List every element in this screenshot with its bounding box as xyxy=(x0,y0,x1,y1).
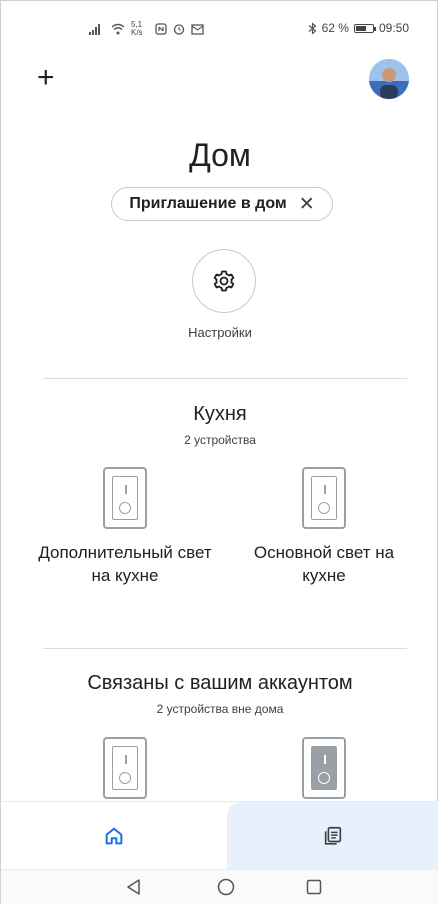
back-icon[interactable] xyxy=(125,878,143,896)
light-switch-icon xyxy=(103,737,147,799)
recents-icon[interactable] xyxy=(305,878,323,896)
nav-feed-tab[interactable] xyxy=(227,802,438,869)
status-right-icons: 62 % 09:50 xyxy=(308,21,409,35)
settings-button[interactable] xyxy=(192,249,256,313)
clock: 09:50 xyxy=(378,21,409,35)
home-circle-icon[interactable] xyxy=(217,878,235,896)
light-switch-icon xyxy=(302,737,346,799)
nfc-icon xyxy=(155,23,167,35)
invite-chip-label: Приглашение в дом xyxy=(129,195,287,212)
bottom-nav xyxy=(1,801,438,869)
device-tile[interactable]: Основной свет на кухне xyxy=(234,467,414,587)
signal-icon xyxy=(89,24,100,35)
status-bar: 5,1 K/s 62 % 09:50 xyxy=(1,1,438,53)
bluetooth-icon xyxy=(308,21,317,35)
device-tile[interactable]: Дополнительный свет на кухне xyxy=(35,467,215,587)
feed-icon xyxy=(324,826,342,845)
linked-device-tile[interactable] xyxy=(35,737,215,799)
divider xyxy=(43,648,407,649)
status-left-icons: 5,1 K/s xyxy=(89,21,204,37)
divider xyxy=(43,378,407,379)
gear-icon xyxy=(213,270,235,292)
add-button[interactable]: + xyxy=(37,63,55,93)
settings-label: Настройки xyxy=(188,325,252,340)
alarm-icon xyxy=(173,24,185,35)
system-nav-bar xyxy=(1,869,438,904)
invite-chip[interactable]: Приглашение в дом ✕ xyxy=(111,187,333,221)
light-switch-icon xyxy=(103,467,147,529)
nav-home-tab[interactable] xyxy=(1,802,227,869)
account-photo xyxy=(369,59,409,99)
battery-percent: 62 % xyxy=(321,21,349,35)
linked-device-tile[interactable] xyxy=(234,737,414,799)
light-switch-icon xyxy=(302,467,346,529)
device-name: Основной свет на кухне xyxy=(253,543,395,585)
message-icon xyxy=(191,23,204,35)
linked-section-title: Связаны с вашим аккаунтом xyxy=(87,672,353,694)
app-frame: 5,1 K/s 62 % 09:50 + Дом Приглашение в д… xyxy=(0,0,438,904)
close-icon[interactable]: ✕ xyxy=(299,193,315,216)
room-title[interactable]: Кухня xyxy=(1,403,438,426)
room-device-count: 2 устройства xyxy=(184,433,256,447)
wifi-icon xyxy=(111,23,125,35)
home-icon xyxy=(105,827,123,844)
battery-icon xyxy=(353,23,376,33)
linked-device-count: 2 устройства вне дома xyxy=(156,702,284,716)
device-name: Дополнительный свет на кухне xyxy=(38,543,212,585)
avatar[interactable] xyxy=(369,59,409,99)
page-title: Дом xyxy=(189,137,251,173)
network-speed: 5,1 K/s xyxy=(131,20,143,37)
